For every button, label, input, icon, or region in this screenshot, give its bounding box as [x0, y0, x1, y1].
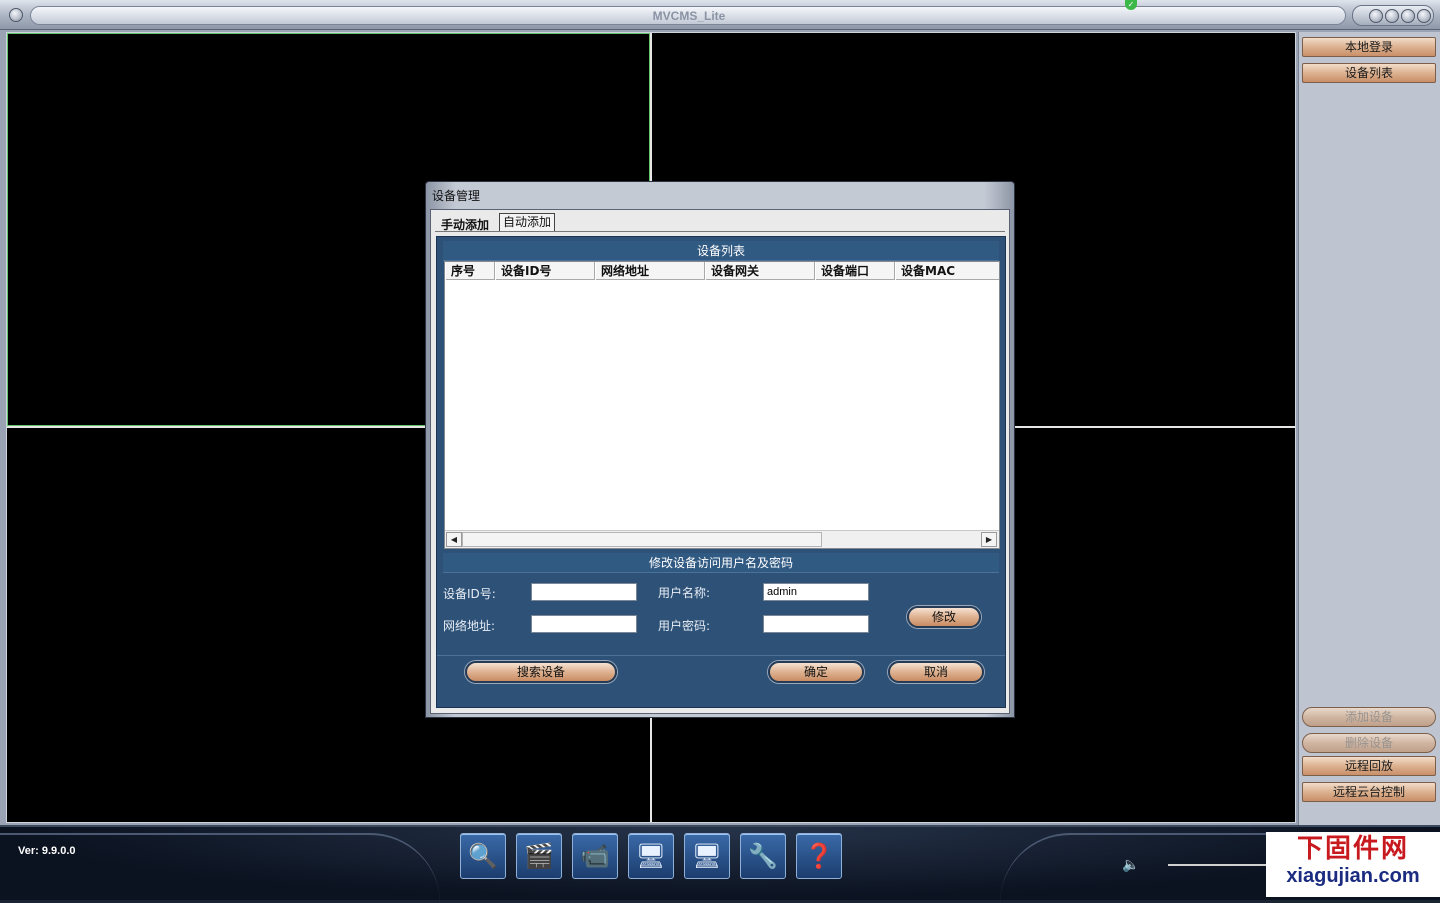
network-address-label: 网络地址: [443, 619, 496, 633]
table-header: 序号 设备ID号 网络地址 设备网关 设备端口 设备MAC [445, 262, 999, 280]
title-bar[interactable]: MVCMS_Lite ✓ [0, 0, 1440, 30]
window-title: MVCMS_Lite [652, 9, 726, 23]
speaker-icon[interactable]: 🔈 [1122, 857, 1139, 873]
section-divider [437, 655, 1005, 656]
column-network-address[interactable]: 网络地址 [595, 262, 705, 280]
add-device-button[interactable]: 添加设备 [1302, 707, 1436, 727]
version-label: Ver: 9.9.0.0 [18, 845, 76, 857]
username-input[interactable] [763, 583, 869, 601]
restore-icon[interactable] [1385, 9, 1399, 23]
device-id-label: 设备ID号: [443, 587, 496, 601]
device-list-table[interactable]: 序号 设备ID号 网络地址 设备网关 设备端口 设备MAC ◀ ▶ [444, 261, 1000, 549]
camera-icon[interactable]: 📹 [572, 833, 618, 879]
close-icon[interactable] [1417, 9, 1431, 23]
local-login-button[interactable]: 本地登录 [1302, 37, 1436, 57]
column-index[interactable]: 序号 [445, 262, 495, 280]
tools-icon[interactable]: 🔧 [740, 833, 786, 879]
cancel-button[interactable]: 取消 [888, 661, 984, 683]
title-pill: MVCMS_Lite [30, 6, 1346, 25]
right-control-panel: 本地登录 设备列表 添加设备 删除设备 远程回放 远程云台控制 [1298, 32, 1440, 825]
minimize-icon[interactable] [1369, 9, 1383, 23]
display-settings-icon[interactable]: 🖥 [684, 833, 730, 879]
credentials-heading: 修改设备访问用户名及密码 [443, 553, 999, 573]
device-list-heading: 设备列表 [443, 241, 999, 261]
scroll-left-icon[interactable]: ◀ [446, 532, 462, 547]
remote-ptz-control-button[interactable]: 远程云台控制 [1302, 782, 1436, 802]
remote-playback-button[interactable]: 远程回放 [1302, 756, 1436, 776]
watermark-en: xiagujian.com [1286, 865, 1420, 887]
column-port[interactable]: 设备端口 [815, 262, 895, 280]
network-address-input[interactable] [531, 615, 637, 633]
scroll-right-icon[interactable]: ▶ [981, 532, 997, 547]
app-window: MVCMS_Lite ✓ 本地登录 设备列表 添加设备 删除设备 远程回放 远程… [0, 0, 1440, 900]
search-devices-button[interactable]: 搜索设备 [465, 661, 617, 683]
delete-device-button[interactable]: 删除设备 [1302, 733, 1436, 753]
username-label: 用户名称: [658, 586, 711, 600]
device-id-input[interactable] [531, 583, 637, 601]
decorative-arc [0, 833, 440, 903]
ok-button[interactable]: 确定 [768, 661, 864, 683]
dialog-title: 设备管理 [432, 189, 481, 203]
device-list-button[interactable]: 设备列表 [1302, 63, 1436, 83]
volume-slider[interactable] [1168, 864, 1268, 866]
column-gateway[interactable]: 设备网关 [705, 262, 815, 280]
password-input[interactable] [763, 615, 869, 633]
window-controls [1352, 5, 1434, 26]
search-icon[interactable]: 🔍 [460, 833, 506, 879]
bottom-toolbar: Ver: 9.9.0.0 🔍 🎬 📹 🖥 🖥 🔧 ❓ 🔈 下固件网 xiaguj… [0, 825, 1440, 900]
modify-button[interactable]: 修改 [907, 606, 981, 628]
column-device-id[interactable]: 设备ID号 [495, 262, 595, 280]
tab-auto-add[interactable]: 自动添加 [499, 213, 556, 232]
maximize-icon[interactable] [1401, 9, 1415, 23]
tab-divider [435, 231, 1005, 232]
horizontal-scrollbar[interactable]: ◀ ▶ [445, 530, 999, 548]
watermark-logo: 下固件网 xiagujian.com [1266, 832, 1440, 897]
password-label: 用户密码: [658, 619, 711, 633]
dialog-body: 手动添加 自动添加 设备列表 序号 设备ID号 网络地址 设备网关 设备端口 设… [430, 209, 1010, 714]
monitor-icon[interactable]: 🖥 [628, 833, 674, 879]
device-management-dialog: 设备管理 手动添加 自动添加 设备列表 序号 设备ID号 网络地址 设备网关 设… [425, 181, 1015, 718]
scroll-thumb[interactable] [462, 532, 822, 547]
help-icon[interactable]: ❓ [796, 833, 842, 879]
app-menu-icon[interactable] [9, 8, 23, 22]
auto-add-panel: 设备列表 序号 设备ID号 网络地址 设备网关 设备端口 设备MAC ◀ ▶ 修… [436, 236, 1006, 708]
clapperboard-icon[interactable]: 🎬 [516, 833, 562, 879]
column-mac[interactable]: 设备MAC [895, 262, 999, 280]
watermark-cn: 下固件网 [1296, 834, 1409, 864]
